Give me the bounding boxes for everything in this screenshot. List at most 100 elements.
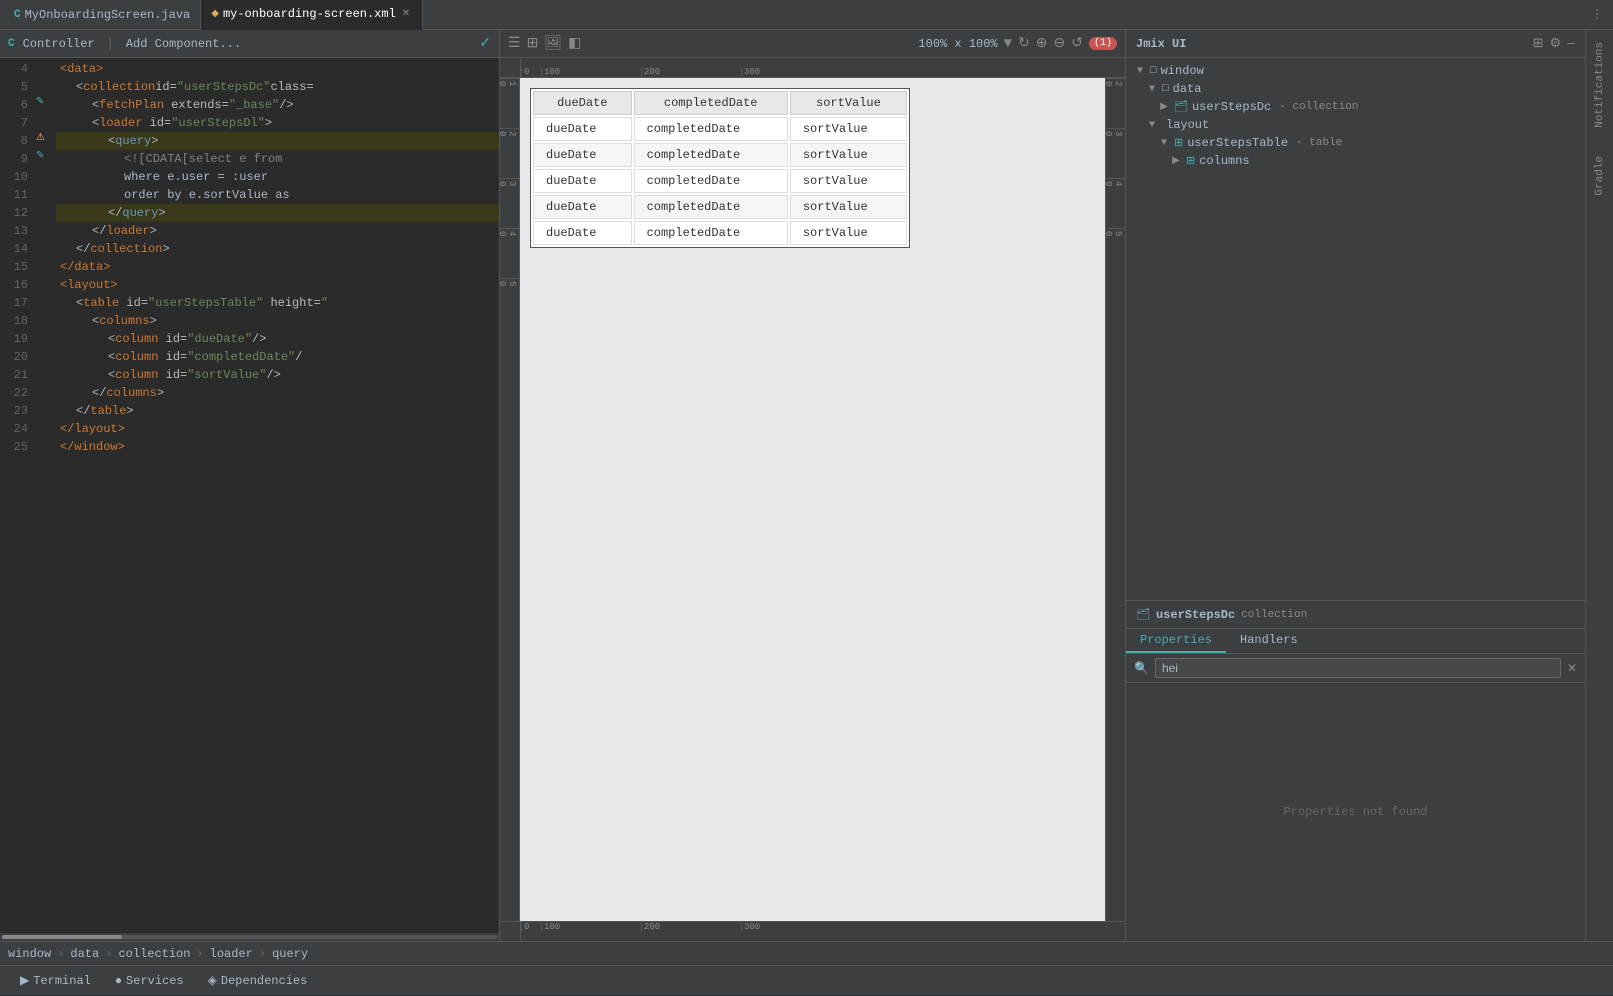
- ln-12: 12: [0, 204, 28, 222]
- tab-more-button[interactable]: ⋮: [1585, 7, 1609, 22]
- table-row-5: dueDate completedDate sortValue: [533, 221, 907, 245]
- controller-icon: C: [8, 38, 15, 50]
- ruler-row: 0 100 200 300: [500, 58, 1125, 78]
- editor-content: 4 5 6 7 ●8 9 10 11 12 13 14 15 16 17: [0, 58, 499, 933]
- tab-services[interactable]: ● Services: [103, 966, 196, 996]
- tree-item-window[interactable]: ▼ □ window: [1126, 62, 1585, 80]
- ln-22: 22: [0, 384, 28, 402]
- th-due-date: dueDate: [533, 91, 632, 115]
- notifications-label[interactable]: Notifications: [1594, 38, 1606, 132]
- tab-java-label: MyOnboardingScreen.java: [25, 8, 191, 22]
- tab-dependencies[interactable]: ◈ Dependencies: [196, 966, 320, 996]
- breadcrumb-window[interactable]: window: [8, 947, 51, 961]
- code-line-14: </collection>: [56, 240, 499, 258]
- jmix-header: Jmix UI ⊞ ⚙ —: [1126, 30, 1585, 58]
- preview-area: 0 100 200 300 100 200 300 400 500: [500, 58, 1125, 941]
- tab-xml-close[interactable]: ✕: [400, 8, 412, 20]
- code-line-23: </table>: [56, 402, 499, 420]
- tab-xml[interactable]: ◆ my-onboarding-screen.xml ✕: [201, 0, 423, 30]
- search-icon: 🔍: [1134, 661, 1149, 676]
- breadcrumb-query[interactable]: query: [272, 947, 308, 961]
- warning-badge: (1): [1089, 37, 1117, 50]
- breadcrumb-loader[interactable]: loader: [210, 947, 253, 961]
- code-line-24: </layout>: [56, 420, 499, 438]
- scrollbar-thumb[interactable]: [2, 935, 122, 939]
- code-line-16: <layout>: [56, 276, 499, 294]
- tree-item-userStepsDc[interactable]: ▶ 🗂 userStepsDc - collection: [1126, 98, 1585, 116]
- breadcrumb-data[interactable]: data: [70, 947, 99, 961]
- preview-menu-icon[interactable]: ☰: [508, 35, 521, 52]
- ruler-vertical-right: 200 300 400 500: [1105, 78, 1125, 921]
- code-line-22: </columns>: [56, 384, 499, 402]
- ln-10: 10: [0, 168, 28, 186]
- preview-canvas[interactable]: dueDate completedDate sortValue dueDate …: [520, 78, 1105, 921]
- tab-handlers[interactable]: Handlers: [1226, 629, 1312, 653]
- preview-grid-icon[interactable]: ⊞: [527, 35, 539, 52]
- editor-toolbar: C Controller | Add Component... ✓: [0, 30, 499, 58]
- tab-java-icon: C: [14, 9, 21, 21]
- gutter-edit-9[interactable]: ✎: [36, 150, 56, 168]
- code-line-6: <fetchPlan extends="_base"/>: [56, 96, 499, 114]
- tree-item-layout[interactable]: ▼ layout: [1126, 116, 1585, 134]
- tree-item-data[interactable]: ▼ □ data: [1126, 80, 1585, 98]
- tab-terminal[interactable]: ▶ Terminal: [8, 966, 103, 996]
- ln-7: 7: [0, 114, 28, 132]
- preview-image-icon[interactable]: 🖼: [544, 35, 562, 52]
- code-line-11: order by e.sortValue as: [56, 186, 499, 204]
- editor-scrollbar[interactable]: [0, 933, 499, 941]
- th-completed-date: completedDate: [634, 91, 788, 115]
- scrollbar-track: [2, 935, 497, 939]
- jmix-settings-icon[interactable]: ⚙: [1550, 36, 1562, 51]
- tree-item-userStepsTable[interactable]: ▼ ⊞ userStepsTable - table: [1126, 134, 1585, 152]
- no-results-message: Properties not found: [1283, 805, 1427, 819]
- zoom-dropdown-icon[interactable]: ▼: [1004, 36, 1012, 52]
- controller-label[interactable]: Controller: [23, 37, 95, 51]
- tab-bar: C MyOnboardingScreen.java ◆ my-onboardin…: [0, 0, 1613, 30]
- code-line-21: <column id="sortValue"/>: [56, 366, 499, 384]
- preview-image2-icon[interactable]: ◧: [568, 35, 581, 52]
- search-clear-button[interactable]: ✕: [1567, 661, 1577, 676]
- undo-icon[interactable]: ↺: [1071, 35, 1083, 52]
- add-component-label[interactable]: Add Component...: [126, 37, 241, 51]
- code-line-10: where e.user = :user: [56, 168, 499, 186]
- line-numbers: 4 5 6 7 ●8 9 10 11 12 13 14 15 16 17: [0, 58, 36, 456]
- tree-item-columns[interactable]: ▶ ⊞ columns: [1126, 152, 1585, 170]
- code-line-25: </window>: [56, 438, 499, 456]
- props-search-input[interactable]: [1155, 658, 1561, 678]
- code-line-18: <columns>: [56, 312, 499, 330]
- ln-18: 18: [0, 312, 28, 330]
- ln-15: 15: [0, 258, 28, 276]
- services-label: Services: [126, 974, 184, 988]
- chevron-userStepsTable: ▼: [1158, 138, 1170, 149]
- table-row-4: dueDate completedDate sortValue: [533, 195, 907, 219]
- tree-type-userStepsDc: - collection: [1279, 101, 1358, 113]
- jmix-layout-icon[interactable]: ⊞: [1533, 36, 1544, 51]
- ln-9: 9: [0, 150, 28, 168]
- jmix-header-icons: ⊞ ⚙ —: [1533, 36, 1575, 51]
- ruler-right-corner: [1105, 58, 1125, 78]
- services-icon: ●: [115, 974, 122, 988]
- gutter-edit-6[interactable]: ✎: [36, 96, 56, 114]
- jmix-title: Jmix UI: [1136, 37, 1186, 51]
- code-line-17: <table id="userStepsTable" height=": [56, 294, 499, 312]
- gradle-label[interactable]: Gradle: [1594, 152, 1606, 200]
- code-line-12: </query>: [56, 204, 499, 222]
- tree-label-layout: layout: [1166, 118, 1209, 132]
- ruler-vertical: 100 200 300 400 500: [500, 78, 520, 921]
- ln-5: 5: [0, 78, 28, 96]
- code-lines: 4 5 6 7 ●8 9 10 11 12 13 14 15 16 17: [0, 58, 499, 456]
- breadcrumb-collection[interactable]: collection: [118, 947, 190, 961]
- collection-icon: 🗂: [1174, 100, 1188, 114]
- tab-properties[interactable]: Properties: [1126, 629, 1226, 653]
- tab-java[interactable]: C MyOnboardingScreen.java: [4, 0, 201, 30]
- zoom-in-icon[interactable]: ⊕: [1036, 35, 1048, 52]
- props-search-bar: 🔍 ✕: [1126, 654, 1585, 683]
- refresh-icon[interactable]: ↻: [1018, 35, 1030, 52]
- preview-zoom: 100% x 100%: [918, 37, 997, 51]
- code-line-13: </loader>: [56, 222, 499, 240]
- ln-13: 13: [0, 222, 28, 240]
- preview-panel: ☰ ⊞ 🖼 ◧ 100% x 100% ▼ ↻ ⊕ ⊖ ↺ (1) 0 100: [500, 30, 1125, 941]
- jmix-minimize-icon[interactable]: —: [1567, 36, 1575, 51]
- breadcrumb-bar: window › data › collection › loader › qu…: [0, 941, 1613, 965]
- zoom-out-icon[interactable]: ⊖: [1054, 35, 1066, 52]
